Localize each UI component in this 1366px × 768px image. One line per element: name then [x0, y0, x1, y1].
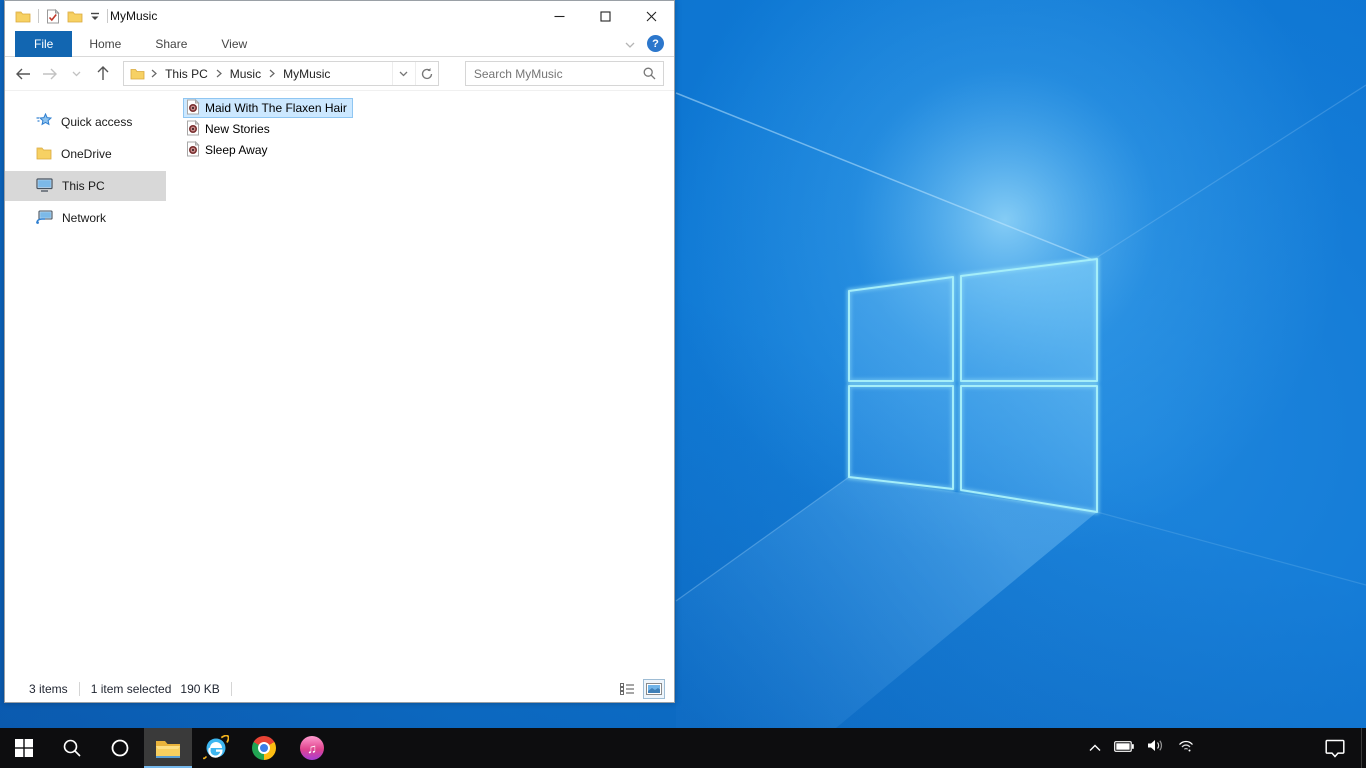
breadcrumb-music[interactable]: Music — [223, 67, 268, 81]
chevron-right-icon[interactable] — [215, 69, 223, 78]
file-name: Maid With The Flaxen Hair — [205, 101, 347, 115]
system-tray — [1089, 728, 1195, 768]
audio-file-icon — [186, 119, 200, 139]
wifi-icon[interactable] — [1177, 739, 1195, 757]
file-item[interactable]: New Stories — [183, 119, 276, 139]
tab-home[interactable]: Home — [72, 31, 138, 57]
battery-icon[interactable] — [1114, 739, 1134, 757]
refresh-button[interactable] — [414, 62, 438, 85]
tab-view[interactable]: View — [204, 31, 264, 57]
quick-access-star-icon — [36, 112, 53, 131]
status-separator — [230, 682, 232, 696]
item-count: 3 items — [29, 682, 68, 696]
file-name: Sleep Away — [205, 143, 268, 157]
chrome-button[interactable] — [240, 728, 288, 768]
address-dropdown-chevron-icon[interactable] — [391, 62, 415, 85]
titlebar: MyMusic — [5, 1, 674, 31]
maximize-button[interactable] — [582, 1, 628, 31]
volume-icon[interactable] — [1147, 739, 1164, 757]
sidebar-item-quick-access[interactable]: Quick access — [5, 107, 166, 137]
taskbar-file-explorer-button[interactable] — [144, 728, 192, 768]
breadcrumb-mymusic[interactable]: MyMusic — [276, 67, 337, 81]
sidebar-item-label: This PC — [62, 179, 105, 193]
file-list: Maid With The Flaxen Hair New Stories Sl… — [166, 91, 674, 676]
expand-ribbon-chevron-icon[interactable] — [625, 35, 635, 53]
window-controls — [536, 1, 674, 31]
file-item[interactable]: Maid With The Flaxen Hair — [183, 98, 353, 118]
taskbar-search-button[interactable] — [48, 728, 96, 768]
sidebar-item-this-pc[interactable]: This PC — [5, 171, 166, 201]
search-input[interactable] — [465, 66, 637, 81]
chevron-right-icon[interactable] — [268, 69, 276, 78]
close-button[interactable] — [628, 1, 674, 31]
sidebar-item-label: OneDrive — [61, 147, 112, 161]
this-pc-monitor-icon — [36, 177, 53, 195]
status-bar: 3 items 1 item selected 190 KB — [5, 676, 674, 702]
taskbar: ♫ — [0, 728, 1366, 768]
breadcrumb-this-pc[interactable]: This PC — [158, 67, 215, 81]
screen: MyMusic File Home Share View ? This PC M… — [0, 0, 1366, 768]
window-title: MyMusic — [110, 9, 158, 23]
file-name: New Stories — [205, 122, 270, 136]
minimize-button[interactable] — [536, 1, 582, 31]
back-button[interactable] — [11, 62, 36, 86]
itunes-button[interactable]: ♫ — [288, 728, 336, 768]
search-icon[interactable] — [637, 67, 663, 80]
chrome-icon — [252, 736, 276, 760]
details-view-button[interactable] — [617, 680, 637, 698]
file-explorer-window: MyMusic File Home Share View ? This PC M… — [4, 0, 675, 703]
help-button[interactable]: ? — [647, 35, 664, 52]
forward-button[interactable] — [38, 62, 63, 86]
toolbar-separator — [107, 9, 108, 23]
explorer-window-icon — [15, 10, 31, 23]
itunes-icon: ♫ — [300, 736, 324, 760]
new-folder-button[interactable] — [67, 10, 83, 23]
sidebar-item-label: Network — [62, 211, 107, 225]
audio-file-icon — [186, 98, 200, 118]
properties-check-button[interactable] — [46, 8, 60, 24]
address-folder-icon — [124, 68, 150, 80]
up-button[interactable] — [91, 62, 116, 86]
start-button[interactable] — [0, 728, 48, 768]
search-box[interactable] — [464, 61, 664, 86]
selection-count: 1 item selected — [90, 682, 172, 696]
network-icon — [36, 209, 53, 227]
toolbar-separator — [38, 9, 39, 23]
view-toggle-group — [617, 679, 665, 699]
address-bar[interactable]: This PC Music MyMusic — [123, 61, 439, 86]
status-separator — [78, 682, 80, 696]
large-icons-view-button[interactable] — [643, 679, 665, 699]
sidebar-item-network[interactable]: Network — [5, 203, 166, 233]
file-item[interactable]: Sleep Away — [183, 140, 274, 160]
tray-expand-chevron-icon[interactable] — [1089, 739, 1101, 757]
explorer-main: Quick access OneDrive This PC Network Ma… — [5, 91, 674, 676]
chevron-right-icon[interactable] — [150, 69, 158, 78]
ribbon-tabs: File Home Share View ? — [5, 30, 674, 57]
tab-share[interactable]: Share — [138, 31, 204, 57]
navigation-bar: This PC Music MyMusic — [5, 57, 674, 91]
customize-qat-chevron-icon[interactable] — [90, 12, 100, 21]
cortana-button[interactable] — [96, 728, 144, 768]
onedrive-folder-icon — [36, 146, 52, 163]
quick-access-toolbar — [5, 8, 108, 24]
recent-locations-chevron-icon[interactable] — [64, 62, 89, 86]
sidebar-item-onedrive[interactable]: OneDrive — [5, 139, 166, 169]
tab-file[interactable]: File — [15, 30, 73, 57]
show-desktop-button[interactable] — [1361, 728, 1366, 768]
navigation-pane: Quick access OneDrive This PC Network — [5, 91, 166, 676]
audio-file-icon — [186, 140, 200, 160]
action-center-button[interactable] — [1313, 728, 1357, 768]
internet-explorer-button[interactable] — [192, 728, 240, 768]
sidebar-item-label: Quick access — [61, 115, 133, 129]
selection-size: 190 KB — [180, 682, 220, 696]
